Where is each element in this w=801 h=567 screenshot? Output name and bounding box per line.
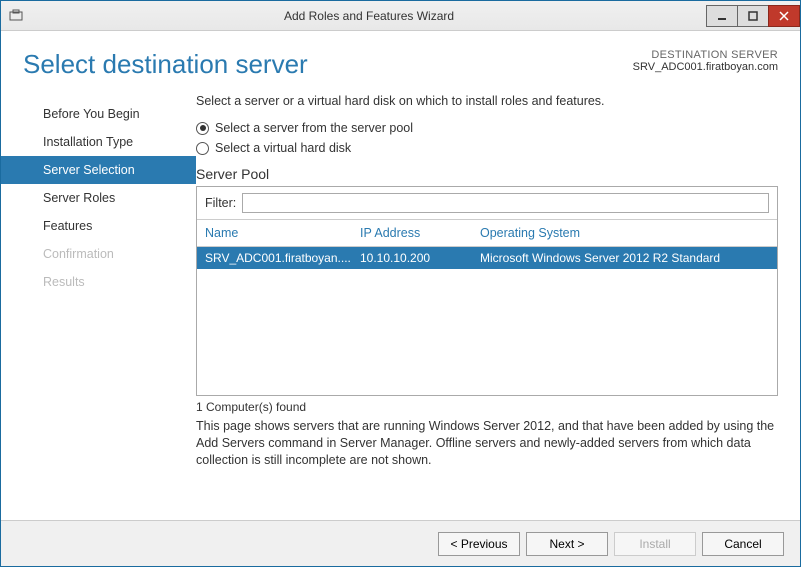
window-controls: [707, 5, 800, 27]
minimize-button[interactable]: [706, 5, 738, 27]
destination-name: SRV_ADC001.firatboyan.com: [633, 61, 778, 73]
intro-text: Select a server or a virtual hard disk o…: [196, 94, 778, 108]
sidebar-item-confirmation: Confirmation: [1, 240, 196, 268]
sidebar-item-before-you-begin[interactable]: Before You Begin: [1, 100, 196, 128]
window-title: Add Roles and Features Wizard: [31, 9, 707, 23]
filter-input[interactable]: [242, 193, 769, 213]
body-row: Before You Begin Installation Type Serve…: [1, 86, 800, 520]
col-header-ip[interactable]: IP Address: [360, 226, 480, 240]
destination-block: DESTINATION SERVER SRV_ADC001.firatboyan…: [633, 49, 778, 73]
previous-button[interactable]: < Previous: [438, 532, 520, 556]
server-pool-label: Server Pool: [196, 166, 778, 182]
close-button[interactable]: [768, 5, 800, 27]
cancel-button[interactable]: Cancel: [702, 532, 784, 556]
sidebar-item-server-roles[interactable]: Server Roles: [1, 184, 196, 212]
server-pool-box: Filter: Name IP Address Operating System…: [196, 186, 778, 396]
computers-found: 1 Computer(s) found: [196, 400, 778, 414]
cell-os: Microsoft Windows Server 2012 R2 Standar…: [480, 251, 769, 265]
table-row[interactable]: SRV_ADC001.firatboyan.... 10.10.10.200 M…: [197, 247, 777, 269]
radio-server-pool[interactable]: Select a server from the server pool: [196, 121, 778, 135]
header-row: Select destination server DESTINATION SE…: [1, 31, 800, 86]
cell-ip: 10.10.10.200: [360, 251, 480, 265]
radio-label: Select a server from the server pool: [215, 121, 413, 135]
filter-label: Filter:: [205, 196, 236, 210]
radio-label: Select a virtual hard disk: [215, 141, 351, 155]
wizard-window: Add Roles and Features Wizard Select des…: [0, 0, 801, 567]
sidebar-item-features[interactable]: Features: [1, 212, 196, 240]
destination-label: DESTINATION SERVER: [633, 49, 778, 61]
next-button[interactable]: Next >: [526, 532, 608, 556]
maximize-button[interactable]: [737, 5, 769, 27]
install-button: Install: [614, 532, 696, 556]
radio-icon: [196, 142, 209, 155]
table-body: SRV_ADC001.firatboyan.... 10.10.10.200 M…: [197, 247, 777, 395]
sidebar-item-results: Results: [1, 268, 196, 296]
content-area: Select destination server DESTINATION SE…: [1, 31, 800, 566]
info-note: This page shows servers that are running…: [196, 418, 778, 469]
sidebar-item-installation-type[interactable]: Installation Type: [1, 128, 196, 156]
col-header-name[interactable]: Name: [205, 226, 360, 240]
page-title: Select destination server: [23, 49, 633, 80]
filter-row: Filter:: [197, 187, 777, 220]
col-header-os[interactable]: Operating System: [480, 226, 769, 240]
wizard-sidebar: Before You Begin Installation Type Serve…: [1, 94, 196, 520]
radio-icon: [196, 122, 209, 135]
main-panel: Select a server or a virtual hard disk o…: [196, 94, 778, 520]
app-icon: [1, 1, 31, 31]
footer: < Previous Next > Install Cancel: [1, 520, 800, 566]
titlebar: Add Roles and Features Wizard: [1, 1, 800, 31]
cell-name: SRV_ADC001.firatboyan....: [205, 251, 360, 265]
radio-vhd[interactable]: Select a virtual hard disk: [196, 141, 778, 155]
table-header: Name IP Address Operating System: [197, 220, 777, 247]
sidebar-item-server-selection[interactable]: Server Selection: [1, 156, 196, 184]
